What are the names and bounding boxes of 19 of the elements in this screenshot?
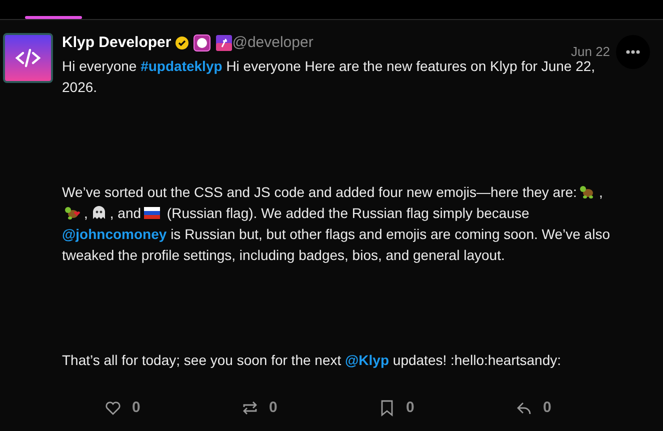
russian-flag-icon — [143, 204, 162, 222]
mention-link[interactable]: @Klyp — [345, 352, 390, 368]
user-handle[interactable]: @developer — [232, 32, 314, 54]
post-paragraph: We’ve sorted out the CSS and JS code and added four new emojis—here they are: , , , and (Russian flag). We added the Russian flag simply because @johncomoney is Russian but, but other flags and emojis are coming soon. We’ve also tweaked the profile settings, including badges, bios, and general layout. — [62, 182, 611, 265]
reply-button[interactable]: 0 — [515, 397, 652, 420]
hashtag-link[interactable]: #updateklyp — [140, 58, 222, 74]
more-icon — [626, 50, 640, 54]
tab-indicator — [25, 16, 82, 19]
repost-button[interactable]: 0 — [241, 397, 378, 420]
bookmark-button[interactable]: 0 — [378, 397, 515, 420]
avatar-icon[interactable] — [3, 33, 53, 83]
more-button[interactable] — [616, 35, 650, 69]
author-name[interactable]: Klyp Developer — [62, 32, 172, 54]
turtle-icon — [64, 204, 82, 222]
post-paragraph: That’s all for today; see you soon for the next @Klyp updates! :hello:heartsandy: — [62, 351, 562, 370]
verified-badge-icon — [175, 36, 190, 50]
heart-icon — [104, 399, 122, 418]
mention-link[interactable]: @johncomoney — [62, 226, 167, 242]
like-button[interactable]: 0 — [104, 397, 241, 420]
